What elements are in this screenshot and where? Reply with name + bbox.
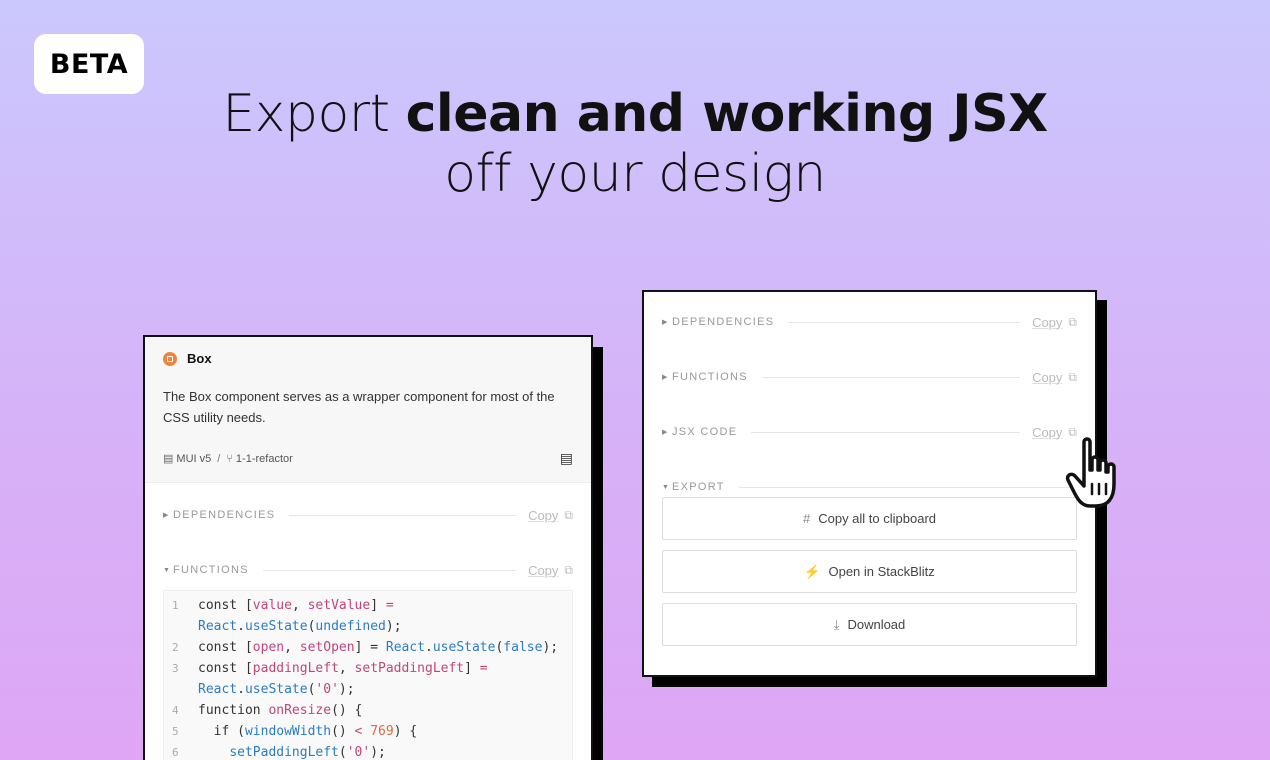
code-line: 2 const [open, setOpen] = React.useState(… bbox=[164, 637, 572, 658]
code-block[interactable]: 1 const [value, setValue] = React.useStat… bbox=[163, 590, 573, 760]
component-meta: ▤ MUI v5 / ⑂ 1-1-refactor ▤ bbox=[163, 450, 573, 467]
copy-all-label: Copy all to clipboard bbox=[818, 511, 937, 526]
copy-all-button[interactable]: # Copy all to clipboard bbox=[662, 497, 1077, 540]
download-button[interactable]: ⤓ Download bbox=[662, 603, 1077, 646]
right-export-section[interactable]: ▼ EXPORT bbox=[662, 477, 1077, 497]
divider bbox=[761, 376, 1021, 378]
download-label: Download bbox=[847, 617, 906, 632]
left-sections: ▶ DEPENDENCIES Copy ⧉ ▼ FUNCTIONS Copy ⧉… bbox=[145, 483, 591, 760]
code-line: 1 const [value, setValue] = bbox=[164, 595, 572, 616]
caret-down-icon: ▼ bbox=[662, 483, 669, 491]
copy-button[interactable]: Copy bbox=[528, 563, 558, 578]
caret-right-icon: ▶ bbox=[163, 512, 169, 519]
code-text: setPaddingLeft('0'); bbox=[229, 745, 386, 760]
code-text: React.useState(undefined); bbox=[198, 619, 402, 634]
library-icon: ▤ bbox=[163, 453, 174, 465]
branch-icon: ⑂ bbox=[226, 452, 233, 465]
line-number bbox=[164, 679, 198, 700]
copy-icon[interactable]: ⧉ bbox=[1068, 315, 1077, 330]
code-text: const [value, setValue] = bbox=[198, 598, 394, 613]
right-jsx-code-section[interactable]: ▶ JSX CODE Copy ⧉ bbox=[662, 422, 1077, 442]
line-number: 4 bbox=[172, 704, 179, 717]
docs-icon[interactable]: ▤ bbox=[560, 450, 573, 467]
headline-lead: Export bbox=[222, 84, 406, 144]
copy-icon[interactable]: ⧉ bbox=[564, 563, 573, 578]
copy-icon[interactable]: ⧉ bbox=[564, 508, 573, 523]
download-icon: ⤓ bbox=[833, 616, 840, 632]
right-dependencies-section[interactable]: ▶ DEPENDENCIES Copy ⧉ bbox=[662, 312, 1077, 332]
code-line: 4 function onResize() { bbox=[164, 700, 572, 721]
line-number: 3 bbox=[172, 662, 179, 675]
divider bbox=[289, 514, 517, 516]
line-number: 5 bbox=[172, 725, 179, 738]
right-functions-section[interactable]: ▶ FUNCTIONS Copy ⧉ bbox=[662, 367, 1077, 387]
code-text: function onResize() { bbox=[198, 703, 363, 718]
box-icon bbox=[163, 351, 177, 366]
copy-button[interactable]: Copy bbox=[1032, 425, 1062, 440]
section-label: FUNCTIONS bbox=[672, 371, 748, 383]
caret-right-icon: ▶ bbox=[662, 429, 668, 436]
left-functions-section[interactable]: ▼ FUNCTIONS Copy ⧉ bbox=[163, 560, 573, 580]
code-line: 3 const [paddingLeft, setPaddingLeft] = bbox=[164, 658, 572, 679]
component-header: Box The Box component serves as a wrappe… bbox=[145, 337, 591, 483]
copy-icon[interactable]: ⧉ bbox=[1068, 370, 1077, 385]
bolt-icon: ⚡ bbox=[804, 563, 821, 579]
component-name: Box bbox=[187, 351, 212, 366]
code-line: React.useState('0'); bbox=[164, 679, 572, 700]
headline-bold: clean and working JSX bbox=[405, 84, 1049, 144]
code-line: React.useState(undefined); bbox=[164, 616, 572, 637]
hand-cursor-icon bbox=[1065, 437, 1116, 508]
line-number bbox=[164, 616, 198, 637]
divider bbox=[738, 486, 1077, 488]
caret-down-icon: ▼ bbox=[163, 566, 170, 574]
branch-label[interactable]: 1-1-refactor bbox=[236, 453, 293, 465]
divider bbox=[788, 321, 1021, 323]
headline-line2: off your design bbox=[444, 144, 826, 204]
line-number: 1 bbox=[172, 599, 179, 612]
section-label: DEPENDENCIES bbox=[173, 509, 276, 521]
line-number: 6 bbox=[172, 746, 179, 759]
right-panel: ▶ DEPENDENCIES Copy ⧉ ▶ FUNCTIONS Copy ⧉… bbox=[642, 290, 1097, 677]
component-title: Box bbox=[163, 351, 573, 366]
section-label: EXPORT bbox=[672, 481, 725, 493]
library-label[interactable]: MUI v5 bbox=[176, 453, 211, 465]
copy-button[interactable]: Copy bbox=[1032, 370, 1062, 385]
code-line: 6 setPaddingLeft('0'); bbox=[164, 742, 572, 760]
stackblitz-label: Open in StackBlitz bbox=[828, 564, 935, 579]
left-panel: Box The Box component serves as a wrappe… bbox=[143, 335, 593, 760]
code-line: 5 if (windowWidth() < 769) { bbox=[164, 721, 572, 742]
section-label: FUNCTIONS bbox=[173, 564, 249, 576]
copy-button[interactable]: Copy bbox=[528, 508, 558, 523]
headline: Export clean and working JSX off your de… bbox=[0, 84, 1270, 204]
open-stackblitz-button[interactable]: ⚡ Open in StackBlitz bbox=[662, 550, 1077, 593]
divider bbox=[751, 431, 1021, 433]
left-dependencies-section[interactable]: ▶ DEPENDENCIES Copy ⧉ bbox=[163, 505, 573, 525]
hash-icon: # bbox=[802, 511, 811, 526]
section-label: JSX CODE bbox=[672, 426, 738, 438]
code-text: const [paddingLeft, setPaddingLeft] = bbox=[198, 661, 488, 676]
section-label: DEPENDENCIES bbox=[672, 316, 775, 328]
code-text: if (windowWidth() < 769) { bbox=[198, 724, 418, 739]
meta-separator: / bbox=[217, 452, 221, 465]
caret-right-icon: ▶ bbox=[662, 374, 668, 381]
component-description: The Box component serves as a wrapper co… bbox=[163, 389, 555, 425]
divider bbox=[262, 569, 517, 571]
code-text: const [open, setOpen] = React.useState(f… bbox=[198, 640, 559, 655]
copy-button[interactable]: Copy bbox=[1032, 315, 1062, 330]
code-text: React.useState('0'); bbox=[198, 682, 355, 697]
line-number: 2 bbox=[172, 641, 179, 654]
caret-right-icon: ▶ bbox=[662, 319, 668, 326]
